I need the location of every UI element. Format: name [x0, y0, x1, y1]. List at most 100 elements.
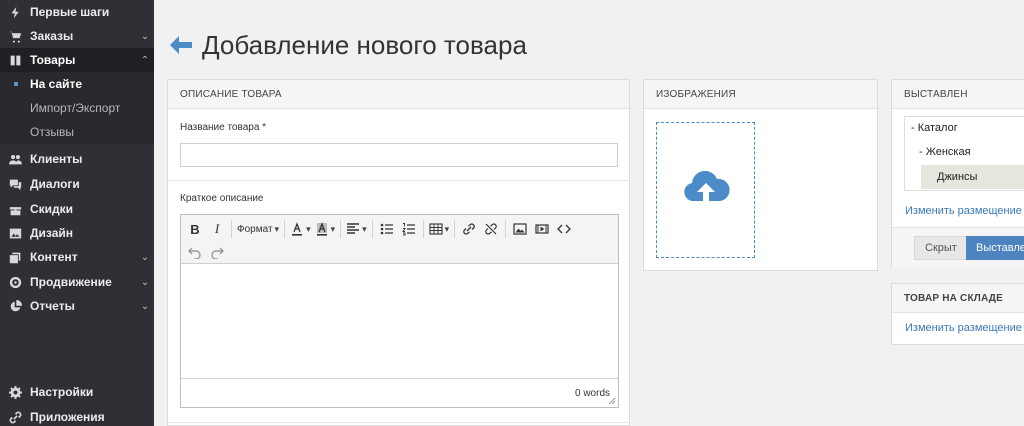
description-panel-header: ОПИСАНИЕ ТОВАРА — [168, 80, 629, 109]
format-dropdown[interactable]: Формат ▾ — [235, 219, 281, 239]
chevron-down-icon: ⌄ — [140, 251, 150, 263]
subnav-label: Отзывы — [30, 125, 74, 139]
back-arrow-icon[interactable] — [168, 34, 194, 56]
nav-content[interactable]: Контент ⌄ — [0, 245, 154, 269]
change-placement-link[interactable]: Изменить размещение — [905, 205, 1022, 217]
chevron-down-icon: ⌄ — [140, 300, 150, 312]
caret-down-icon: ▾ — [330, 223, 336, 234]
gift-icon — [8, 202, 22, 216]
caret-down-icon: ▾ — [362, 223, 367, 234]
rich-text-editor: B I Формат ▾ ▾ ▾ ▾ ▾ 0 words — [180, 214, 619, 408]
nav-label: Продвижение — [30, 275, 112, 289]
users-icon — [8, 152, 22, 166]
subnav-label: На сайте — [30, 77, 83, 91]
short-description-label: Краткое описание — [180, 193, 264, 204]
italic-icon[interactable]: I — [206, 219, 228, 239]
insert-image-icon[interactable] — [509, 219, 531, 239]
gear-icon — [8, 385, 22, 399]
change-stock-placement-link[interactable]: Изменить размещение — [905, 322, 1022, 334]
format-label: Формат — [237, 223, 273, 235]
tree-item-women[interactable]: - Женская — [919, 146, 971, 158]
chevron-up-icon: ⌃ — [140, 54, 150, 66]
images-panel-header: ИЗОБРАЖЕНИЯ — [644, 80, 877, 109]
nav-label: Настройки — [30, 385, 94, 399]
subnav-import-export[interactable]: Импорт/Экспорт — [0, 96, 154, 120]
align-icon[interactable]: ▾ — [344, 219, 369, 239]
caret-down-icon: ▾ — [274, 223, 280, 234]
nav-label: Диалоги — [30, 177, 80, 191]
nav-dialogs[interactable]: Диалоги — [0, 172, 154, 196]
layers-icon — [8, 250, 22, 264]
nav-label: Первые шаги — [30, 5, 110, 19]
nav-reports[interactable]: Отчеты ⌄ — [0, 294, 154, 318]
nav-first-steps[interactable]: Первые шаги — [0, 0, 154, 24]
nav-label: Приложения — [30, 410, 105, 424]
caret-down-icon: ▾ — [306, 223, 311, 234]
chat-icon — [8, 177, 22, 191]
image-upload-dropzone[interactable] — [656, 122, 755, 258]
nav-apps[interactable]: Приложения — [0, 405, 154, 426]
source-code-icon[interactable] — [553, 219, 575, 239]
bold-icon[interactable]: B — [184, 219, 206, 239]
nav-label: Контент — [30, 250, 78, 264]
subnav-on-site[interactable]: На сайте — [0, 72, 154, 96]
resize-grip-icon[interactable] — [608, 397, 616, 405]
stock-panel: ТОВАР НА СКЛАДЕ Изменить размещение — [891, 283, 1024, 345]
category-tree: - Каталог - Женская Джинсы — [904, 116, 1024, 191]
images-panel: ИЗОБРАЖЕНИЯ — [643, 79, 878, 271]
subnav-reviews[interactable]: Отзывы — [0, 120, 154, 144]
nav-promotion[interactable]: Продвижение ⌄ — [0, 270, 154, 294]
nav-label: Дизайн — [30, 226, 74, 240]
chevron-down-icon: ⌄ — [140, 276, 150, 288]
toolbar-separator — [284, 220, 286, 238]
nav-orders[interactable]: Заказы ⌄ — [0, 24, 154, 48]
page-title: Добавление нового товара — [202, 29, 527, 60]
sidebar: Первые шаги Заказы ⌄ Товары ⌃ На сайте И… — [0, 0, 154, 426]
redo-icon[interactable] — [206, 242, 228, 262]
editor-toolbar: B I Формат ▾ ▾ ▾ ▾ ▾ — [181, 215, 618, 264]
placement-panel: ВЫСТАВЛЕН - Каталог - Женская Джинсы Изм… — [891, 79, 1024, 267]
bullet-icon — [14, 82, 18, 86]
toolbar-separator — [422, 220, 424, 238]
nav-label: Скидки — [30, 202, 74, 216]
nav-label: Клиенты — [30, 152, 83, 166]
toolbar-separator — [505, 220, 507, 238]
text-color-icon[interactable]: ▾ — [288, 219, 313, 239]
lightning-icon — [8, 5, 22, 19]
caret-down-icon: ▾ — [444, 223, 450, 234]
nav-design[interactable]: Дизайн — [0, 221, 154, 245]
bullet-list-icon[interactable] — [376, 219, 398, 239]
nav-label: Товары — [30, 53, 76, 67]
toolbar-separator — [454, 220, 456, 238]
unlink-icon[interactable] — [480, 219, 502, 239]
image-icon — [8, 226, 22, 240]
toolbar-separator — [340, 220, 342, 238]
stock-panel-header: ТОВАР НА СКЛАДЕ — [892, 284, 1024, 313]
page-header: Добавление нового товара — [168, 28, 527, 62]
nav-products[interactable]: Товары ⌃ — [0, 48, 154, 72]
numbered-list-icon[interactable] — [398, 219, 420, 239]
word-count: 0 words — [574, 388, 610, 399]
undo-icon[interactable] — [184, 242, 206, 262]
chevron-down-icon: ⌄ — [140, 30, 150, 42]
tree-item-jeans[interactable]: Джинсы — [921, 165, 1024, 189]
insert-link-icon[interactable] — [458, 219, 480, 239]
nav-settings[interactable]: Настройки — [0, 380, 154, 404]
table-icon[interactable]: ▾ — [427, 219, 452, 239]
published-button[interactable]: Выставлен — [966, 236, 1024, 260]
nav-label: Отчеты — [30, 299, 75, 313]
visibility-toggle: Скрыт Выставлен — [892, 227, 1024, 267]
product-name-label: Название товара * — [180, 122, 267, 133]
placement-panel-header: ВЫСТАВЛЕН — [892, 80, 1024, 109]
nav-clients[interactable]: Клиенты — [0, 147, 154, 171]
tree-item-catalog[interactable]: - Каталог — [911, 122, 958, 134]
nav-discounts[interactable]: Скидки — [0, 197, 154, 221]
product-name-input[interactable] — [180, 143, 618, 167]
hidden-button[interactable]: Скрыт — [914, 236, 968, 260]
link-icon — [8, 410, 22, 424]
editor-content-area[interactable] — [181, 264, 618, 378]
nav-label: Заказы — [30, 29, 74, 43]
insert-media-icon[interactable] — [531, 219, 553, 239]
background-color-icon[interactable]: ▾ — [313, 219, 338, 239]
book-icon — [8, 53, 22, 67]
